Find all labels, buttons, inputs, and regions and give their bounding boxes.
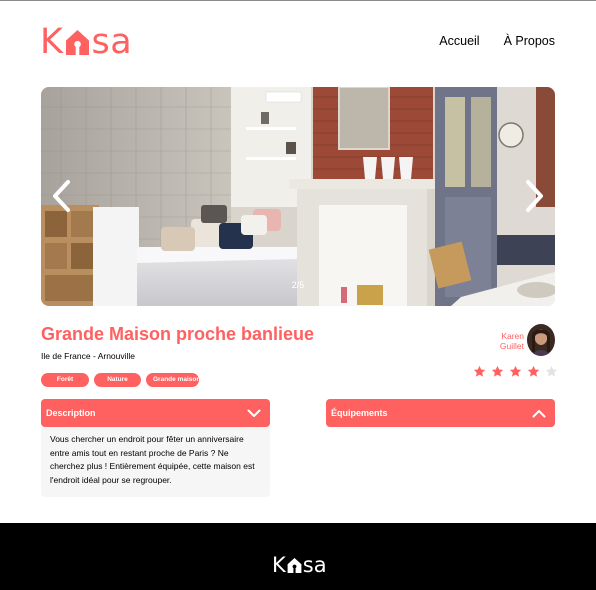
logo-letter-k: K <box>40 22 64 62</box>
host-first-name: Karen <box>501 331 524 341</box>
tag: Grande maison <box>146 373 200 387</box>
nav-link-about[interactable]: À Propos <box>504 34 555 48</box>
previous-arrow-icon[interactable] <box>50 179 72 213</box>
footer-logo-letters-sa: sa <box>302 553 327 577</box>
host-name: Karen Guillet <box>500 331 524 351</box>
photo-carousel: 2/5 <box>41 87 555 306</box>
listing-location: Ile de France - Arnouville <box>41 351 136 361</box>
description-collapse-label: Description <box>46 408 96 418</box>
equipments-collapse-header[interactable]: Équipements <box>326 399 555 427</box>
chevron-down-icon <box>247 409 261 417</box>
nav-link-home[interactable]: Accueil <box>439 34 479 48</box>
star-filled-icon <box>473 365 486 377</box>
listing-photo <box>41 87 555 306</box>
tag: Forêt <box>41 373 89 387</box>
chevron-up-icon <box>532 409 546 417</box>
next-arrow-icon[interactable] <box>524 179 546 213</box>
main-nav: Accueil À Propos <box>439 34 555 48</box>
house-icon <box>287 557 302 573</box>
listing-title: Grande Maison proche banlieue <box>41 324 315 344</box>
top-border <box>0 0 596 1</box>
star-empty-icon <box>545 365 558 377</box>
star-filled-icon <box>491 365 504 377</box>
host-avatar <box>527 324 555 356</box>
house-icon <box>66 29 90 55</box>
tag-list: Forêt Nature Grande maison <box>41 373 200 387</box>
star-filled-icon <box>527 365 540 377</box>
tag: Nature <box>94 373 141 387</box>
rating-stars <box>473 365 558 378</box>
logo-letters-sa: sa <box>91 22 133 62</box>
description-collapse: Description Vous chercher un endroit pou… <box>41 399 270 497</box>
slide-counter: 2/5 <box>291 280 305 290</box>
kasa-logo[interactable]: K sa <box>40 22 132 62</box>
footer-logo-letter-k: K <box>272 553 286 577</box>
equipments-collapse-label: Équipements <box>331 408 388 418</box>
description-collapse-header[interactable]: Description <box>41 399 270 427</box>
footer-logo: K sa <box>272 552 327 578</box>
equipments-collapse: Équipements <box>326 399 555 427</box>
host-portrait <box>527 324 555 356</box>
description-text: Vous chercher un endroit pour fêter un a… <box>41 427 270 497</box>
host-last-name: Guillet <box>499 341 524 351</box>
star-filled-icon <box>509 365 522 377</box>
